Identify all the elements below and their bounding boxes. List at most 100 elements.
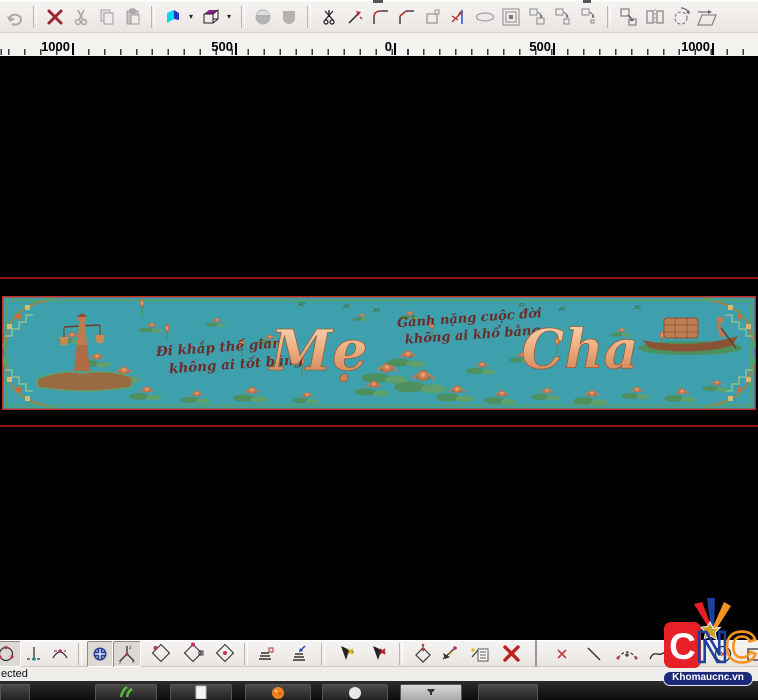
status-bar: ected [0,667,758,681]
mark-point-icon[interactable] [549,642,575,666]
node-insert-icon[interactable] [411,642,437,666]
design-canvas[interactable]: Đi khắp thế gian không ai tốt bằng Gánh … [0,56,758,640]
status-text: ected [1,668,28,680]
array-copy-1-icon[interactable] [524,5,550,29]
view-3d-icon[interactable] [160,5,186,29]
ruler-major-tick [394,43,396,55]
shield-icon[interactable] [276,5,302,29]
pane-splitter[interactable] [535,640,537,668]
window-edge-mark [583,0,591,3]
svg-text:z: z [129,645,132,651]
separator [78,643,82,665]
taskbar-button[interactable] [478,684,538,700]
circle-tool-icon[interactable] [710,642,736,666]
app-icon-dark [425,685,437,697]
arc-tool-icon[interactable] [614,642,640,666]
top-toolbar: ▾ ▾ [0,0,758,32]
layers-flat-icon[interactable] [253,642,279,666]
wireframe-cube-dropdown-icon[interactable]: ▾ [224,12,234,21]
snap-tangent-icon[interactable] [47,642,73,666]
relief-banner-design[interactable]: Đi khắp thế gian không ai tốt bằng Gánh … [2,296,756,410]
ruler-major-tick [235,43,237,55]
separator [33,6,37,28]
spline-tool-icon[interactable] [646,642,672,666]
ruler-label: 1000 [26,39,70,54]
polygon-tool-icon[interactable] [678,642,704,666]
svg-text:x: x [132,659,135,664]
window-edge-mark [373,0,383,3]
snip-arrow-icon[interactable] [342,5,368,29]
wireframe-cube-icon[interactable] [198,5,224,29]
ellipse-icon[interactable] [472,5,498,29]
cut-icon[interactable] [68,5,94,29]
copy-icon[interactable] [94,5,120,29]
paste-icon[interactable] [120,5,146,29]
delete-node-icon[interactable] [499,642,525,666]
bottom-toolbar: zyx [0,640,758,667]
redo-icon[interactable] [2,5,28,29]
guide-line-bottom [0,425,758,427]
node-edit-2-icon[interactable] [181,642,207,666]
horizontal-ruler: 1000 500 0 500 1000 [0,32,758,57]
rectangle-tool-icon[interactable] [742,642,758,666]
app-icon-orange [271,685,285,699]
ruler-label: 0 [348,39,392,54]
view-3d-dropdown-icon[interactable]: ▾ [186,12,196,21]
watermark-site-badge: Khomaucnc.vn [663,671,753,686]
array-copy-3-icon[interactable] [576,5,602,29]
snap-grid-button[interactable] [87,641,113,667]
taskbar-button[interactable] [0,684,30,700]
move-copy-icon[interactable] [616,5,642,29]
app-icon-green [118,685,134,699]
ruler-label: 500 [507,39,551,54]
node-edit-1-icon[interactable] [149,642,175,666]
taskbar-button[interactable] [95,684,157,700]
line-tool-icon[interactable] [581,642,607,666]
node-move-icon[interactable] [437,642,463,666]
ruler-label: 500 [189,39,233,54]
rectangle-offset-icon[interactable] [420,5,446,29]
taskbar-button[interactable] [400,684,462,700]
node-list-icon[interactable] [467,642,493,666]
word-cha: Cha [521,317,638,381]
taskbar-button[interactable] [170,684,232,700]
taskbar-button[interactable] [322,684,388,700]
chamfer-corner-icon[interactable] [394,5,420,29]
snap-perpendicular-icon[interactable] [21,642,47,666]
app-window: ▾ ▾ [0,0,758,700]
fillet-corner-icon[interactable] [368,5,394,29]
delete-icon[interactable] [42,5,68,29]
guide-line-top [0,277,758,279]
separator [241,6,245,28]
snap-axis-button[interactable]: zyx [113,641,141,667]
separator [321,643,325,665]
watermark-site-text: Khomaucnc.vn [672,672,744,683]
array-copy-2-icon[interactable] [550,5,576,29]
trim-icon[interactable] [316,5,342,29]
mirror-icon[interactable] [642,5,668,29]
separator [151,6,155,28]
taskbar-button[interactable] [245,684,311,700]
ruler-major-tick [553,43,555,55]
separator [244,643,248,665]
extend-arrows-icon[interactable] [446,5,472,29]
shear-icon[interactable] [694,5,720,29]
separator [307,6,311,28]
separator [399,643,403,665]
concentric-offset-icon[interactable] [498,5,524,29]
ruler-label: 1000 [666,39,710,54]
snap-circle-points-button[interactable] [0,641,21,667]
node-edit-3-icon[interactable] [213,642,239,666]
word-me: Mẹ [268,318,368,384]
dome-icon[interactable] [250,5,276,29]
rotate-icon[interactable] [668,5,694,29]
ruler-major-tick [712,43,714,55]
pick-yellow-icon[interactable] [333,642,359,666]
ruler-major-tick [72,43,74,55]
separator [607,6,611,28]
layers-import-icon[interactable] [287,642,313,666]
pick-red-icon[interactable] [365,642,391,666]
app-icon-white [348,685,362,699]
app-icon-document [194,685,208,699]
windows-taskbar [0,681,758,700]
